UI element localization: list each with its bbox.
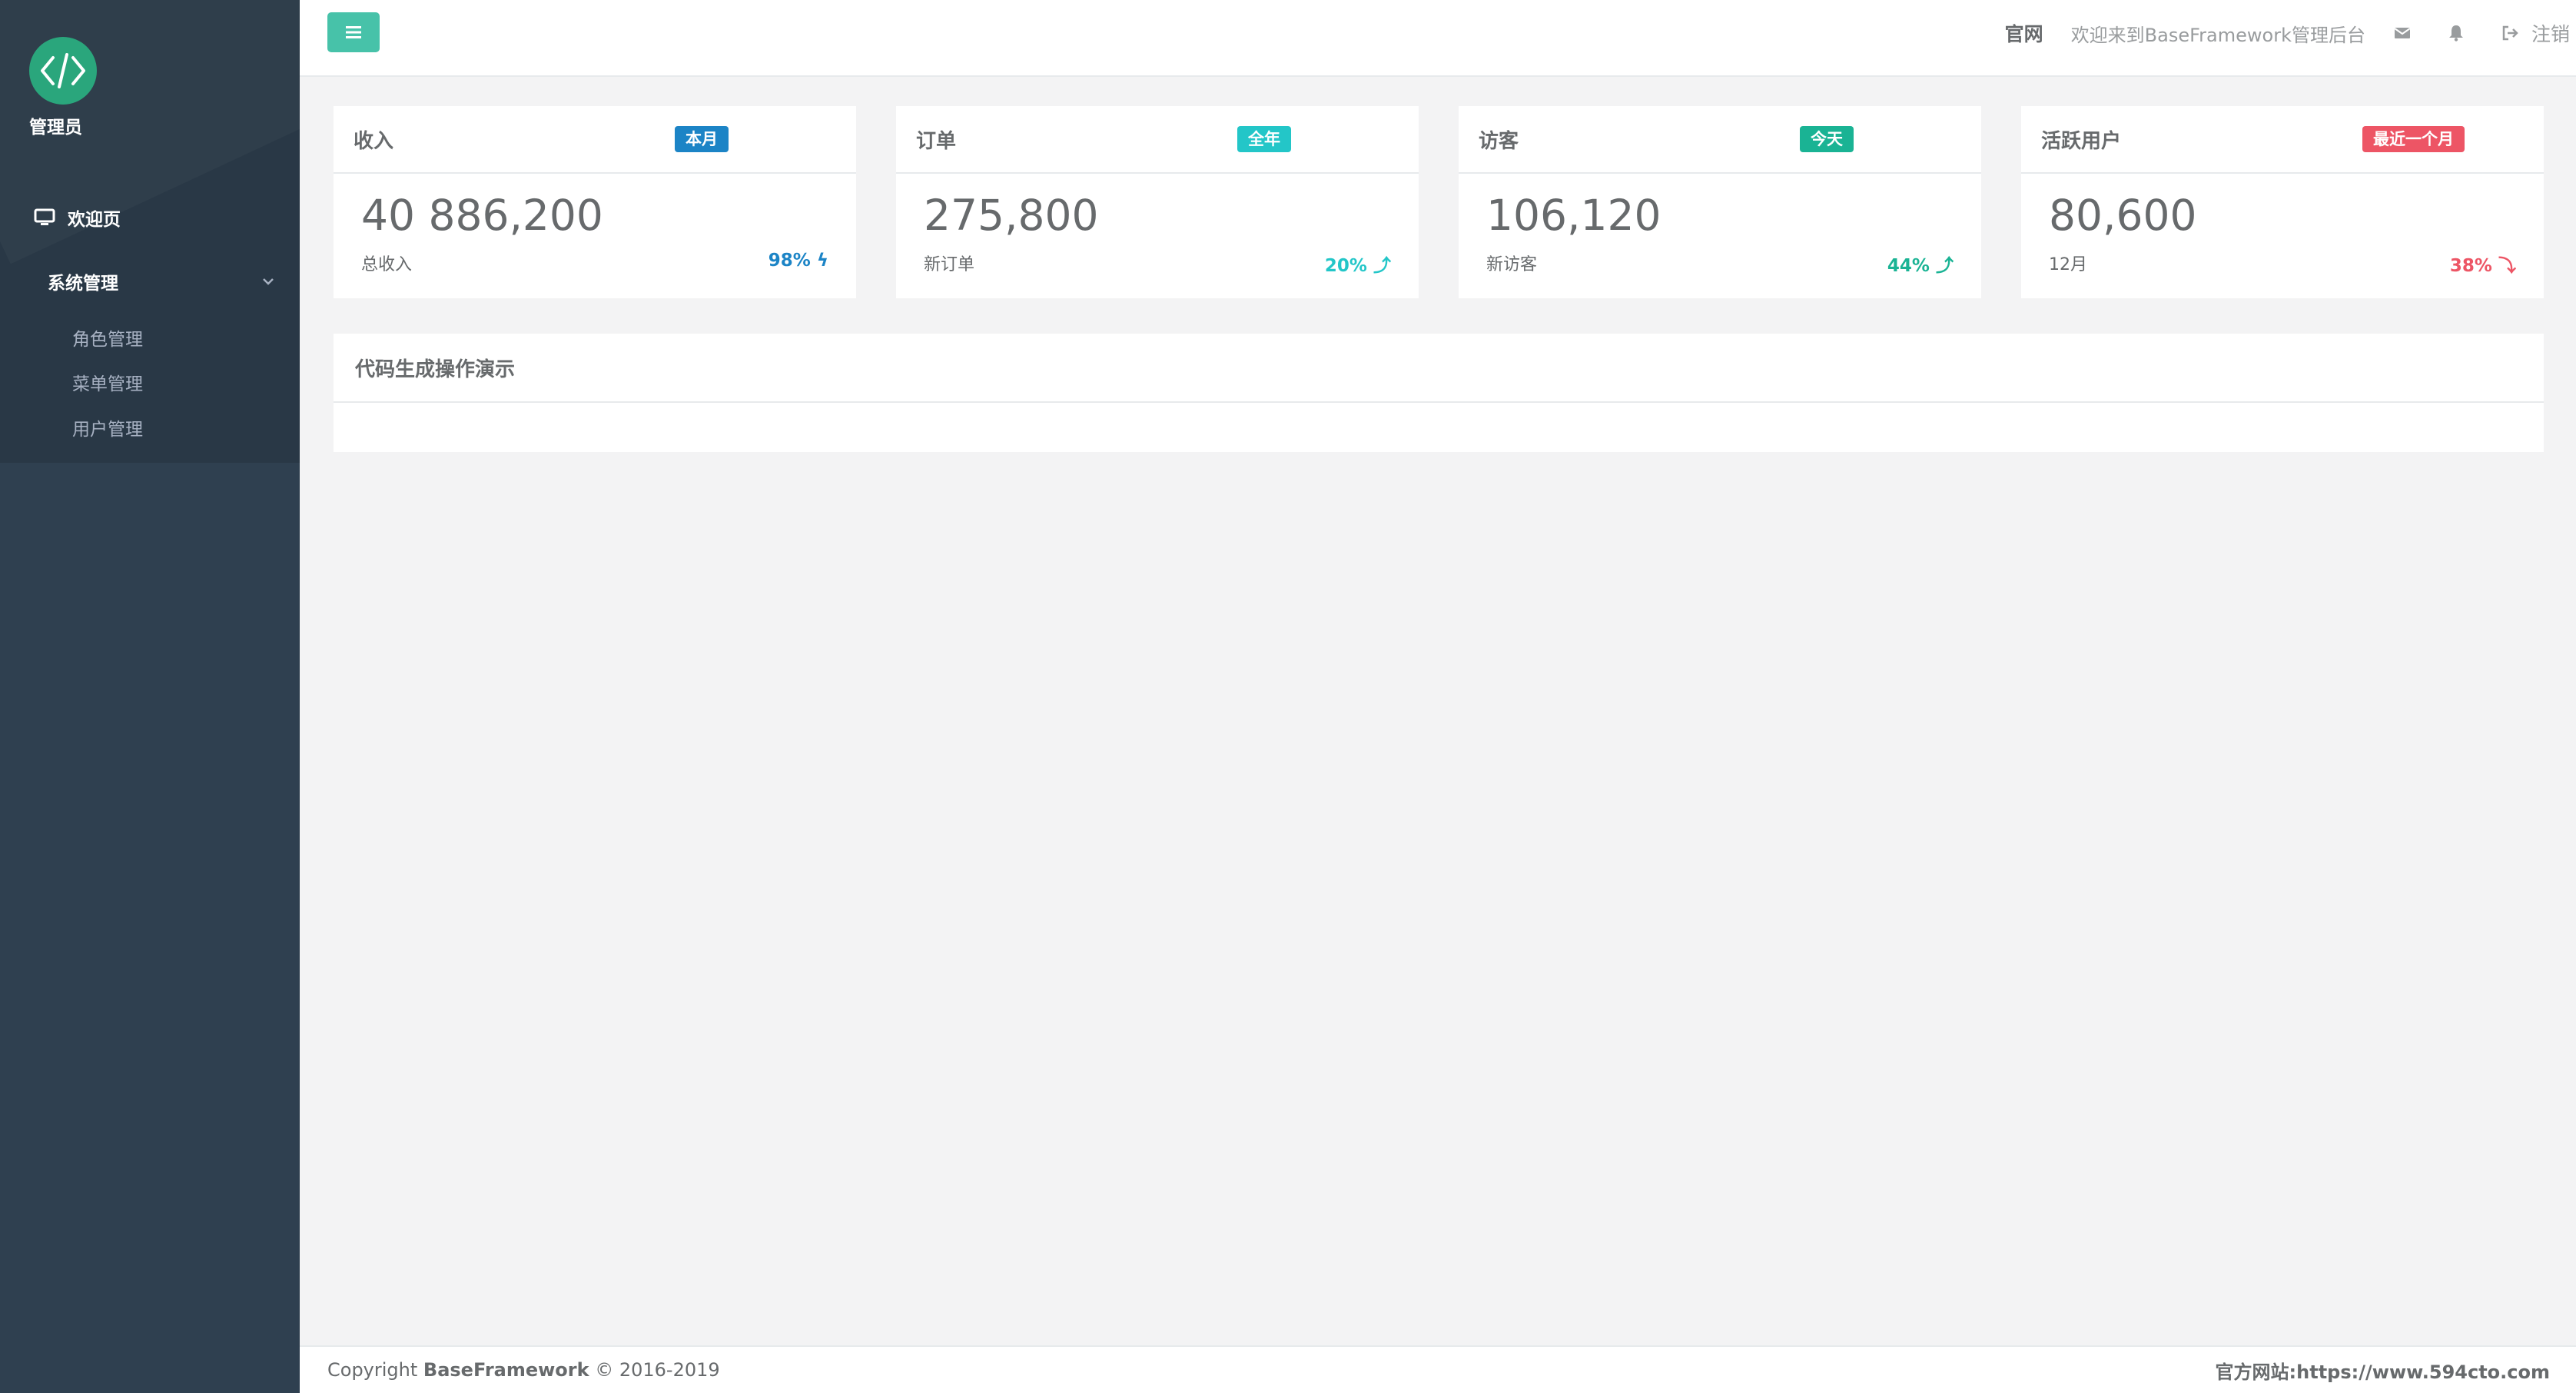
footer-brand: BaseFramework: [423, 1359, 589, 1381]
sidebar-subitem-menus[interactable]: 菜单管理: [72, 369, 143, 395]
bolt-icon: ϟ: [816, 251, 828, 271]
official-site-link[interactable]: 官网: [2005, 19, 2043, 47]
card-percent: 20% ⤴: [1324, 256, 1391, 276]
card-label: 新访客: [1486, 255, 1538, 274]
card-value: 40 886,200: [361, 191, 603, 240]
card-percent: 38% ⤵: [2449, 256, 2516, 276]
card-value: 80,600: [2049, 191, 2197, 240]
code-demo-panel: 代码生成操作演示: [334, 334, 2544, 452]
card-badge: 本月: [675, 126, 729, 152]
topbar: 官网 欢迎来到BaseFramework管理后台 注销: [300, 0, 2576, 77]
stat-card-orders: 订单 全年 275,800 新订单 20% ⤴: [896, 106, 1419, 298]
footer: Copyright BaseFramework © 2016-2019 官方网站…: [300, 1345, 2576, 1393]
sidebar-item-label: 系统管理: [48, 274, 118, 294]
card-label: 新订单: [924, 255, 975, 274]
topbar-right: 官网 欢迎来到BaseFramework管理后台 注销: [2005, 0, 2576, 66]
sidebar: 管理员 欢迎页 系统管理 角色管理 菜单管理 用户管理: [0, 0, 300, 1393]
messages-button[interactable]: [2393, 24, 2412, 42]
card-label: 12月: [2049, 255, 2087, 274]
logout-button[interactable]: 注销: [2501, 19, 2570, 47]
admin-name[interactable]: 管理员: [29, 112, 82, 138]
sidebar-item-system[interactable]: 系统管理: [48, 268, 275, 294]
card-badge: 今天: [1800, 126, 1854, 152]
notifications-button[interactable]: [2447, 24, 2465, 42]
welcome-text: 欢迎来到BaseFramework管理后台: [2070, 24, 2365, 46]
sign-out-icon: [2502, 25, 2518, 41]
card-percent: 98% ϟ: [768, 251, 828, 271]
logout-label: 注销: [2531, 23, 2570, 45]
stat-card-active-users: 活跃用户 最近一个月 80,600 12月 38% ⤵: [2021, 106, 2544, 298]
card-value: 275,800: [924, 191, 1099, 240]
level-up-icon: ⤴: [1373, 256, 1391, 276]
card-percent: 44% ⤴: [1887, 256, 1954, 276]
card-title: 活跃用户: [2041, 129, 2122, 153]
monitor-icon: [34, 208, 55, 225]
code-logo-icon[interactable]: [29, 37, 97, 105]
chevron-down-icon: [263, 278, 274, 285]
level-down-icon: ⤵: [2498, 256, 2516, 276]
envelope-icon: [2394, 28, 2411, 38]
card-badge: 全年: [1237, 126, 1291, 152]
hamburger-icon: [346, 26, 361, 38]
card-value: 106,120: [1486, 191, 1661, 240]
sidebar-subitem-roles[interactable]: 角色管理: [72, 324, 143, 351]
official-site-footer-link[interactable]: 官方网站:https://www.594cto.com: [2216, 1357, 2550, 1384]
card-title: 收入: [354, 129, 394, 153]
card-title: 订单: [916, 129, 957, 153]
bell-icon: [2448, 25, 2463, 42]
menu-toggle-button[interactable]: [327, 12, 380, 52]
stat-card-income: 收入 本月 40 886,200 总收入 98% ϟ: [334, 106, 856, 298]
level-up-icon: ⤴: [1936, 256, 1954, 276]
panel-title: 代码生成操作演示: [355, 357, 516, 381]
sidebar-item-welcome[interactable]: 欢迎页: [34, 204, 121, 231]
sidebar-item-label: 欢迎页: [68, 210, 121, 230]
card-label: 总收入: [361, 255, 413, 274]
card-title: 访客: [1479, 129, 1519, 153]
copyright: Copyright BaseFramework © 2016-2019: [327, 1359, 720, 1381]
sidebar-subitem-users[interactable]: 用户管理: [72, 414, 143, 441]
stat-card-visitors: 访客 今天 106,120 新访客 44% ⤴: [1459, 106, 1981, 298]
card-badge: 最近一个月: [2362, 126, 2465, 152]
